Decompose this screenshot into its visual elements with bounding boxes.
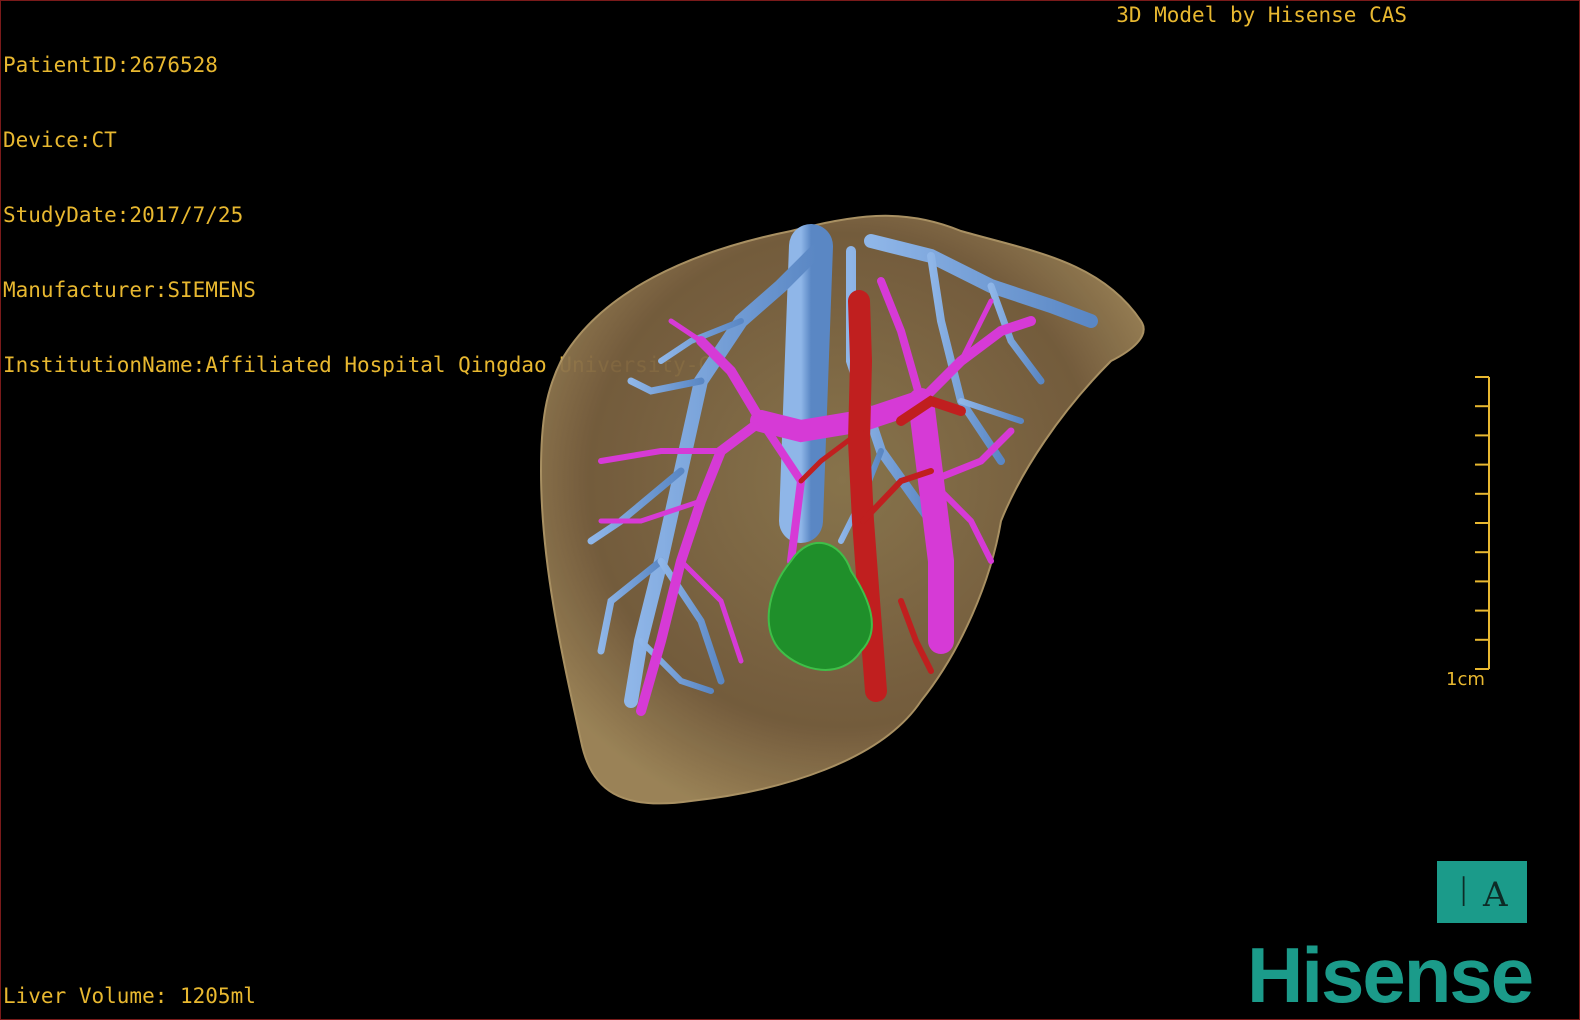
liver-3d-model[interactable] (1, 1, 1579, 1019)
hisense-logo: Hisense (1247, 931, 1534, 1019)
scale-label: 1cm (1446, 669, 1485, 690)
3d-viewport[interactable]: PatientID:2676528 Device:CT StudyDate:20… (0, 0, 1580, 1020)
orientation-cube[interactable]: ꒐A (1437, 861, 1527, 923)
scale-bar (1475, 376, 1490, 670)
liver-volume-text: Liver Volume: 1205ml (3, 984, 256, 1008)
